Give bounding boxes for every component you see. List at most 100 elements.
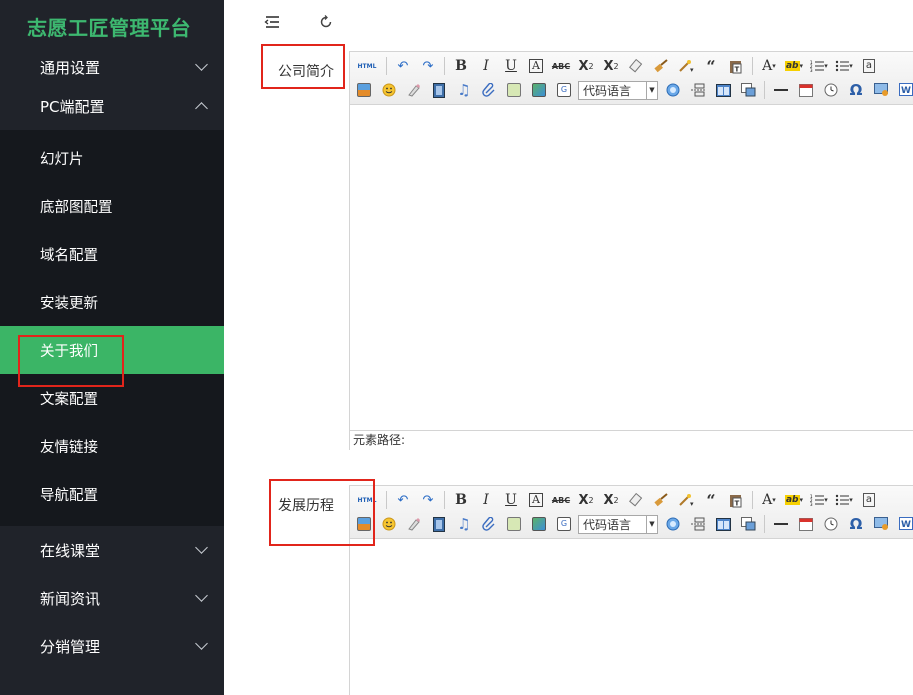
date-icon[interactable] <box>795 514 817 534</box>
emotion-icon[interactable] <box>378 514 400 534</box>
underline-icon[interactable]: U <box>500 56 522 76</box>
underline-icon[interactable]: U <box>500 490 522 510</box>
strikethrough-icon[interactable]: ABC <box>550 56 572 76</box>
anchor-icon[interactable]: a <box>858 490 880 510</box>
template-icon[interactable] <box>712 80 734 100</box>
subscript-icon[interactable]: X2 <box>600 490 622 510</box>
attachment-icon[interactable] <box>478 80 500 100</box>
redo-icon[interactable]: ↷ <box>417 490 439 510</box>
sidebar-item-domain-config[interactable]: 域名配置 <box>0 230 224 278</box>
sidebar-item-slideshow[interactable]: 幻灯片 <box>0 134 224 182</box>
webapp-icon[interactable] <box>662 514 684 534</box>
page-break-icon[interactable] <box>687 80 709 100</box>
sidebar-item-footer-image[interactable]: 底部图配置 <box>0 182 224 230</box>
word-image-icon[interactable]: W <box>895 80 913 100</box>
insert-video-icon[interactable] <box>428 80 450 100</box>
superscript-icon[interactable]: X2 <box>575 490 597 510</box>
background-icon[interactable] <box>737 514 759 534</box>
insert-frame-icon[interactable] <box>503 80 525 100</box>
eraser-icon[interactable] <box>625 490 647 510</box>
sidebar-item-friend-links[interactable]: 友情链接 <box>0 422 224 470</box>
bold-icon[interactable]: B <box>450 490 472 510</box>
eraser-icon[interactable] <box>625 56 647 76</box>
sidebar-group-online-class[interactable]: 在线课堂 <box>0 526 224 574</box>
editor-toolbar: HTML ↶ ↷ B I U A ABC X2 X2 ▾ “ T A ▾ ab ▾ … <box>350 52 913 105</box>
html-source-icon[interactable]: HTML <box>353 490 381 510</box>
sidebar-group-general-settings[interactable]: 通用设置 <box>0 52 224 82</box>
code-language-select[interactable]: 代码语言 ▼ <box>578 80 658 100</box>
snapscreen-icon[interactable] <box>870 80 892 100</box>
blockquote-icon[interactable]: “ <box>700 56 722 76</box>
background-icon[interactable] <box>737 80 759 100</box>
sidebar-group-pc-config[interactable]: PC端配置 <box>0 82 224 130</box>
gmap-icon[interactable]: G <box>553 514 575 534</box>
time-icon[interactable] <box>820 514 842 534</box>
editor-content-area[interactable] <box>350 105 913 430</box>
format-brush-icon[interactable] <box>650 56 672 76</box>
paste-text-icon[interactable]: T <box>725 490 747 510</box>
sidebar-item-about-us[interactable]: 关于我们 <box>0 326 224 374</box>
emotion-icon[interactable] <box>378 80 400 100</box>
time-icon[interactable] <box>820 80 842 100</box>
snapscreen-icon[interactable] <box>870 514 892 534</box>
highlight-color-icon[interactable]: ab ▾ <box>783 56 805 76</box>
font-border-icon[interactable]: A <box>525 56 547 76</box>
ordered-list-icon[interactable]: 1 2 3 ▾ <box>808 56 830 76</box>
editor-content-area[interactable] <box>350 539 913 695</box>
unordered-list-icon[interactable]: ▾ <box>833 56 855 76</box>
insert-video-icon[interactable] <box>428 514 450 534</box>
special-char-icon[interactable]: Ω <box>845 514 867 534</box>
paste-text-icon[interactable]: T <box>725 56 747 76</box>
insert-image-icon[interactable] <box>353 80 375 100</box>
auto-format-icon[interactable]: ▾ <box>675 56 697 76</box>
code-language-select[interactable]: 代码语言 ▼ <box>578 514 658 534</box>
superscript-icon[interactable]: X2 <box>575 56 597 76</box>
template-icon[interactable] <box>712 514 734 534</box>
map-icon[interactable] <box>528 80 550 100</box>
blockquote-icon[interactable]: “ <box>700 490 722 510</box>
sidebar-item-install-update[interactable]: 安装更新 <box>0 278 224 326</box>
ordered-list-icon[interactable]: 1 2 3 ▾ <box>808 490 830 510</box>
italic-icon[interactable]: I <box>475 490 497 510</box>
highlight-color-icon[interactable]: ab ▾ <box>783 490 805 510</box>
font-border-icon[interactable]: A <box>525 490 547 510</box>
italic-icon[interactable]: I <box>475 56 497 76</box>
format-brush-icon[interactable] <box>650 490 672 510</box>
sidebar-item-copywriting[interactable]: 文案配置 <box>0 374 224 422</box>
refresh-icon[interactable] <box>316 12 336 32</box>
rich-text-editor-company-profile[interactable]: HTML ↶ ↷ B I U A ABC X2 X2 ▾ “ T A ▾ ab ▾ … <box>349 51 913 450</box>
sidebar-item-navigation[interactable]: 导航配置 <box>0 470 224 518</box>
page-break-icon[interactable] <box>687 514 709 534</box>
horizontal-rule-icon[interactable] <box>770 514 792 534</box>
subscript-icon[interactable]: X2 <box>600 56 622 76</box>
date-icon[interactable] <box>795 80 817 100</box>
bold-icon[interactable]: B <box>450 56 472 76</box>
gmap-icon[interactable]: G <box>553 80 575 100</box>
undo-icon[interactable]: ↶ <box>392 490 414 510</box>
map-icon[interactable] <box>528 514 550 534</box>
font-color-icon[interactable]: A ▾ <box>758 490 780 510</box>
auto-format-icon[interactable]: ▾ <box>675 490 697 510</box>
menu-fold-icon[interactable] <box>262 12 282 32</box>
scrawl-icon[interactable] <box>403 514 425 534</box>
html-source-icon[interactable]: HTML <box>353 56 381 76</box>
webapp-icon[interactable] <box>662 80 684 100</box>
unordered-list-icon[interactable]: ▾ <box>833 490 855 510</box>
word-image-icon[interactable]: W <box>895 514 913 534</box>
rich-text-editor-development-history[interactable]: HTML ↶ ↷ B I U A ABC X2 X2 ▾ “ T A ▾ ab ▾ … <box>349 485 913 695</box>
undo-icon[interactable]: ↶ <box>392 56 414 76</box>
sidebar-group-news[interactable]: 新闻资讯 <box>0 574 224 622</box>
insert-image-icon[interactable] <box>353 514 375 534</box>
sidebar-group-distribution[interactable]: 分销管理 <box>0 622 224 670</box>
scrawl-icon[interactable] <box>403 80 425 100</box>
horizontal-rule-icon[interactable] <box>770 80 792 100</box>
insert-music-icon[interactable]: ♫ <box>453 80 475 100</box>
redo-icon[interactable]: ↷ <box>417 56 439 76</box>
insert-music-icon[interactable]: ♫ <box>453 514 475 534</box>
font-color-icon[interactable]: A ▾ <box>758 56 780 76</box>
insert-frame-icon[interactable] <box>503 514 525 534</box>
anchor-icon[interactable]: a <box>858 56 880 76</box>
attachment-icon[interactable] <box>478 514 500 534</box>
strikethrough-icon[interactable]: ABC <box>550 490 572 510</box>
special-char-icon[interactable]: Ω <box>845 80 867 100</box>
